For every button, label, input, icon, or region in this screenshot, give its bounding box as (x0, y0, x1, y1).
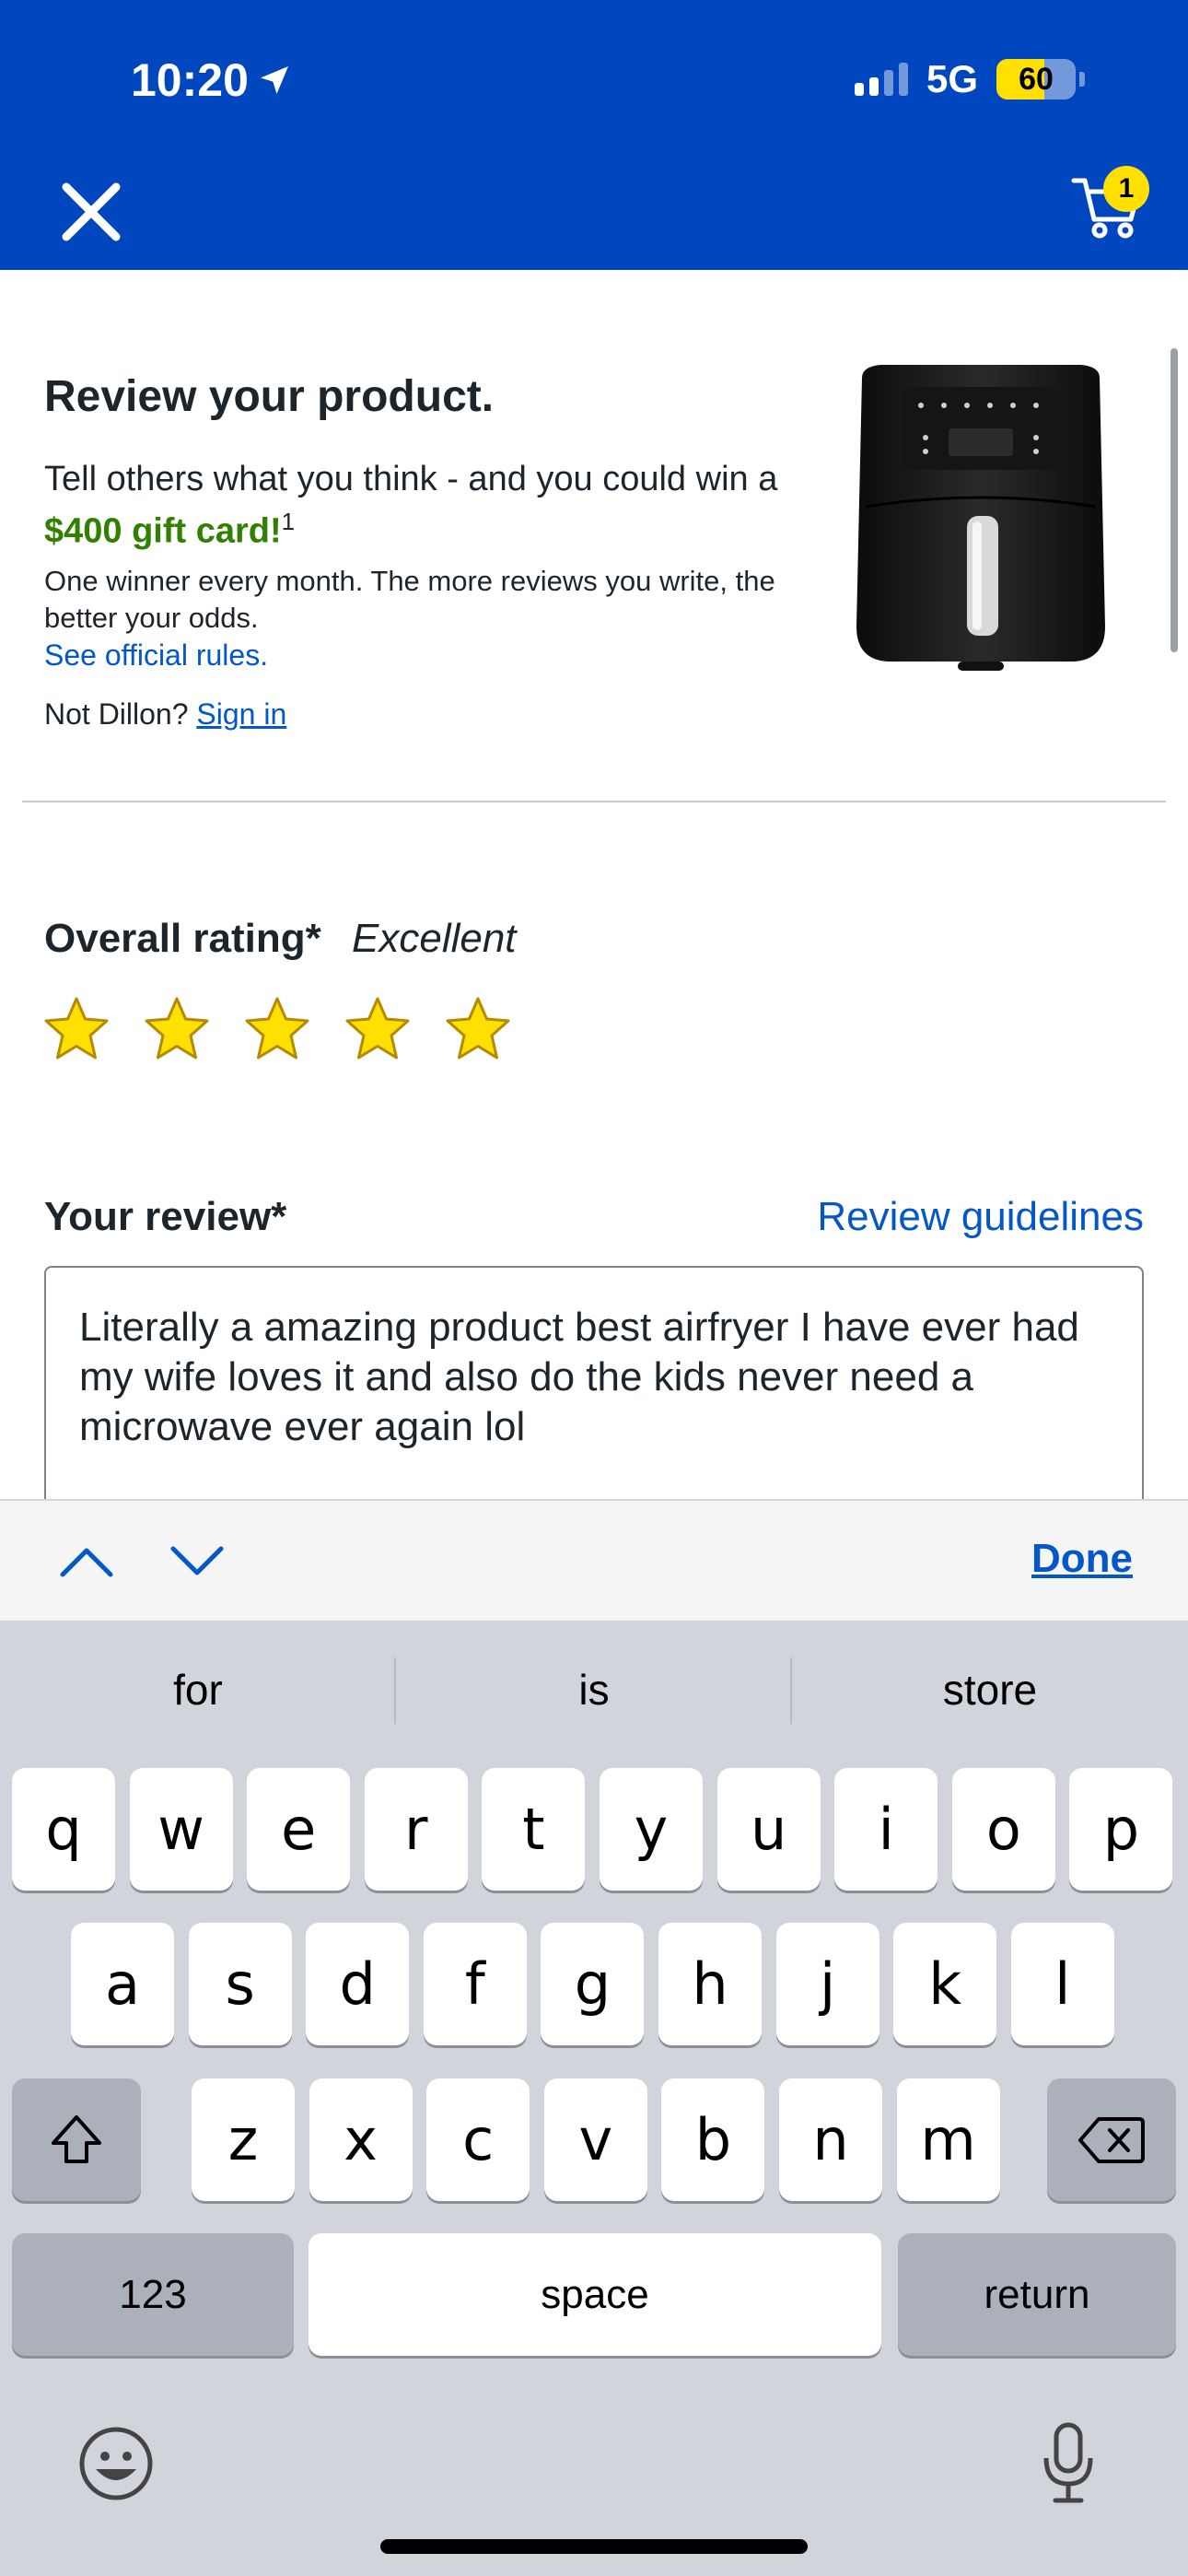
backspace-icon (1078, 2116, 1145, 2163)
key-v[interactable]: v (543, 2078, 647, 2201)
key-u[interactable]: u (716, 1768, 821, 1891)
key-e[interactable]: e (247, 1768, 351, 1891)
section-divider (22, 801, 1166, 802)
key-w[interactable]: w (129, 1768, 233, 1891)
key-d[interactable]: d (306, 1923, 410, 2045)
done-button[interactable]: Done (1031, 1536, 1133, 1582)
page-title: Review your product. (44, 372, 495, 421)
battery-label: 60 (1019, 61, 1054, 97)
close-icon[interactable] (59, 180, 123, 244)
key-n[interactable]: n (779, 2078, 882, 2201)
official-rules-link[interactable]: See official rules. (44, 638, 268, 673)
key-m[interactable]: m (896, 2078, 1000, 2201)
location-arrow-icon (260, 66, 288, 94)
promo-body-text: Tell others what you think - and you cou… (44, 460, 778, 498)
cart-count-badge: 1 (1103, 166, 1149, 212)
star-icon[interactable] (143, 995, 211, 1063)
key-h[interactable]: h (658, 1923, 762, 2045)
star-icon[interactable] (444, 995, 512, 1063)
key-b[interactable]: b (661, 2078, 765, 2201)
status-time-text: 10:20 (131, 54, 249, 106)
prize-text: $400 gift card! (44, 511, 282, 551)
numbers-key[interactable]: 123 (12, 2233, 294, 2356)
footnote-marker: 1 (281, 508, 296, 535)
key-c[interactable]: c (426, 2078, 530, 2201)
key-o[interactable]: o (951, 1768, 1055, 1891)
suggestion-item[interactable]: is (396, 1665, 792, 1715)
key-q[interactable]: q (12, 1768, 115, 1891)
battery-icon: 60 (996, 59, 1076, 100)
scroll-indicator (1171, 348, 1178, 652)
not-user-text: Not Dillon? (44, 697, 189, 731)
top-bar: 10:20 5G 60 1 (0, 0, 1188, 270)
key-i[interactable]: i (834, 1768, 938, 1891)
key-p[interactable]: p (1069, 1768, 1173, 1891)
review-guidelines-link[interactable]: Review guidelines (817, 1194, 1144, 1240)
home-indicator (380, 2539, 808, 2554)
suggestion-separator (790, 1657, 792, 1724)
overall-rating-label: Overall rating* (44, 916, 321, 961)
key-s[interactable]: s (188, 1923, 292, 2045)
shift-icon (52, 2114, 101, 2163)
suggestion-item[interactable]: for (0, 1665, 396, 1715)
shift-key[interactable] (12, 2078, 141, 2201)
star-rating[interactable] (42, 995, 512, 1063)
product-image (856, 365, 1105, 671)
status-right: 5G 60 (854, 57, 1085, 101)
microphone-icon[interactable] (1041, 2421, 1096, 2504)
key-f[interactable]: f (423, 1923, 527, 2045)
key-l[interactable]: l (1010, 1923, 1114, 2045)
backspace-key[interactable] (1047, 2078, 1176, 2201)
key-g[interactable]: g (541, 1923, 645, 2045)
key-k[interactable]: k (893, 1923, 997, 2045)
promo-text: Tell others what you think - and you cou… (44, 458, 799, 553)
suggestion-separator (394, 1657, 396, 1724)
battery-tip (1079, 72, 1085, 87)
key-t[interactable]: t (482, 1768, 586, 1891)
star-icon[interactable] (42, 995, 111, 1063)
key-z[interactable]: z (192, 2078, 295, 2201)
not-user-line: Not Dillon? Sign in (44, 697, 286, 732)
your-review-label: Your review* (44, 1194, 287, 1239)
key-j[interactable]: j (775, 1923, 879, 2045)
cellular-signal-icon (854, 63, 908, 96)
space-key[interactable]: space (309, 2233, 881, 2356)
suggestion-item[interactable]: store (792, 1665, 1188, 1715)
key-x[interactable]: x (309, 2078, 413, 2201)
rating-value-text: Excellent (352, 916, 517, 961)
emoji-icon[interactable] (77, 2425, 155, 2502)
suggestion-bar: for is store (0, 1621, 1188, 1759)
promo-details: One winner every month. The more reviews… (44, 565, 775, 634)
sign-in-link[interactable]: Sign in (196, 697, 286, 731)
chevron-down-icon[interactable] (168, 1541, 227, 1582)
keyboard-accessory-bar: Done (0, 1499, 1188, 1621)
network-type: 5G (926, 57, 978, 100)
star-icon[interactable] (243, 995, 311, 1063)
star-icon[interactable] (344, 995, 412, 1063)
key-r[interactable]: r (364, 1768, 468, 1891)
key-a[interactable]: a (71, 1923, 174, 2045)
status-time: 10:20 (131, 53, 293, 107)
key-y[interactable]: y (600, 1768, 703, 1891)
chevron-up-icon[interactable] (57, 1541, 116, 1582)
return-key[interactable]: return (898, 2233, 1176, 2356)
